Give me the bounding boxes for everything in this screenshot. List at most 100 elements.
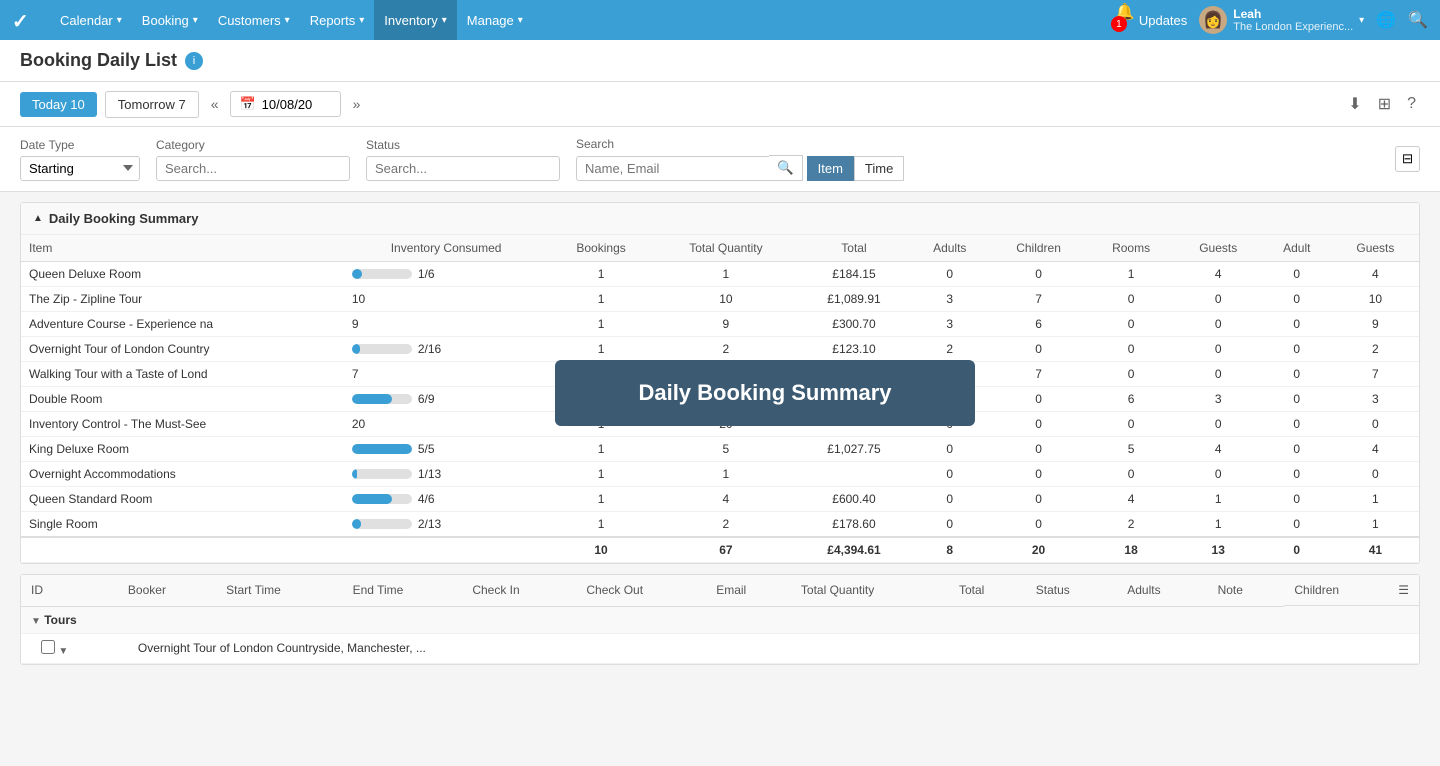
search-label: Search	[576, 137, 904, 151]
date-input[interactable]	[262, 97, 332, 112]
nav-bar: ✓ Calendar ▾ Booking ▾ Customers ▾ Repor…	[0, 0, 1440, 40]
summary-bookings: 1	[548, 362, 653, 387]
summary-bookings: 1	[548, 262, 653, 287]
summary-rooms: 0	[1088, 462, 1175, 487]
chevron-up-icon: ▲	[33, 213, 43, 224]
summary-rooms: 0	[1088, 337, 1175, 362]
row-checkbox[interactable]	[41, 640, 55, 654]
col-header-guests2: Guests	[1332, 235, 1419, 262]
chevron-down-icon[interactable]: ▼	[58, 646, 68, 657]
globe-icon[interactable]: 🌐	[1376, 10, 1396, 30]
summary-children: 6	[990, 312, 1088, 337]
user-org: The London Experienc...	[1233, 21, 1353, 33]
col-header-adult: Adult	[1262, 235, 1332, 262]
nav-item-manage[interactable]: Manage ▾	[457, 0, 533, 40]
search-submit-button[interactable]: 🔍	[769, 155, 803, 181]
summary-total_qty: 20	[654, 412, 798, 437]
col-booker: Booker	[118, 575, 216, 606]
date-type-filter: Date Type Starting Ending Created	[20, 138, 140, 181]
summary-adults: 0	[910, 437, 990, 462]
summary-total: £156.40	[798, 362, 910, 387]
nav-user-menu[interactable]: 👩 Leah The London Experienc... ▾	[1199, 6, 1364, 34]
today-button[interactable]: Today 10	[20, 92, 97, 117]
summary-total: £1,027.75	[798, 437, 910, 462]
status-label: Status	[366, 138, 560, 152]
avatar: 👩	[1199, 6, 1227, 34]
col-header-total: Total	[798, 235, 910, 262]
nav-label-inventory: Inventory	[384, 13, 437, 28]
tomorrow-button[interactable]: Tomorrow 7	[105, 91, 199, 118]
summary-section: ▲ Daily Booking Summary Item Inventory C…	[20, 202, 1420, 564]
date-type-select[interactable]: Starting Ending Created	[20, 156, 140, 181]
nav-updates-button[interactable]: 🔔 1 Updates	[1115, 2, 1187, 38]
summary-row: Overnight Accommodations1/1311000000	[21, 462, 1419, 487]
columns-button[interactable]: ⊞	[1374, 90, 1395, 118]
category-search-input[interactable]	[156, 156, 350, 181]
summary-total_qty: 2	[654, 337, 798, 362]
nav-label-reports: Reports	[310, 13, 356, 28]
user-name: Leah	[1233, 7, 1353, 21]
date-bar: Today 10 Tomorrow 7 « 📅 » ⬇ ⊞ ?	[0, 82, 1440, 127]
download-button[interactable]: ⬇	[1344, 90, 1365, 118]
summary-item-name: Adventure Course - Experience na	[21, 312, 344, 337]
nav-item-calendar[interactable]: Calendar ▾	[50, 0, 132, 40]
summary-totals-row: 10 67 £4,394.61 8 20 18 13 0 41	[21, 537, 1419, 563]
summary-total	[798, 462, 910, 487]
summary-rooms: 2	[1088, 512, 1175, 538]
col-end: End Time	[343, 575, 463, 606]
tab-item[interactable]: Item	[807, 156, 854, 181]
summary-total: £600.40	[798, 487, 910, 512]
col-header-item: Item	[21, 235, 344, 262]
category-filter: Category	[156, 138, 350, 181]
status-search-input[interactable]	[366, 156, 560, 181]
chevron-down-icon: ▾	[518, 15, 523, 26]
summary-adult: 0	[1262, 512, 1332, 538]
category-label: Category	[156, 138, 350, 152]
prev-date-button[interactable]: «	[207, 92, 223, 116]
summary-adult: 0	[1262, 262, 1332, 287]
summary-adult: 0	[1262, 487, 1332, 512]
info-icon[interactable]: i	[185, 52, 203, 70]
nav-item-reports[interactable]: Reports ▾	[300, 0, 375, 40]
summary-inventory: 1/6	[344, 262, 548, 287]
col-id: ID	[21, 575, 118, 606]
summary-children: 0	[990, 437, 1088, 462]
nav-item-booking[interactable]: Booking ▾	[132, 0, 208, 40]
nav-item-customers[interactable]: Customers ▾	[208, 0, 300, 40]
summary-inventory: 10	[344, 287, 548, 312]
updates-label: Updates	[1139, 13, 1187, 28]
summary-guests2: 1	[1332, 487, 1419, 512]
search-icon[interactable]: 🔍	[1408, 10, 1428, 30]
search-filter: Search 🔍 Item Time	[576, 137, 904, 181]
summary-total: £300.70	[798, 312, 910, 337]
help-button[interactable]: ?	[1403, 90, 1420, 118]
next-date-button[interactable]: »	[349, 92, 365, 116]
tab-time[interactable]: Time	[854, 156, 904, 181]
col-header-bookings: Bookings	[548, 235, 653, 262]
summary-rooms: 1	[1088, 262, 1175, 287]
summary-adults: 2	[910, 337, 990, 362]
nav-logo: ✓	[12, 9, 34, 31]
summary-header[interactable]: ▲ Daily Booking Summary	[21, 203, 1419, 235]
nav-item-inventory[interactable]: Inventory ▾	[374, 0, 457, 40]
summary-adult: 0	[1262, 412, 1332, 437]
summary-children: 0	[990, 487, 1088, 512]
col-checkout: Check Out	[576, 575, 706, 606]
row-checkbox-cell: ▼	[21, 633, 118, 663]
summary-adult: 0	[1262, 387, 1332, 412]
chevron-down-icon: ▾	[193, 15, 198, 26]
date-bar-actions: ⬇ ⊞ ?	[1344, 90, 1420, 118]
chevron-down-icon[interactable]: ▼	[31, 616, 41, 627]
nav-label-booking: Booking	[142, 13, 189, 28]
summary-item-name: Overnight Tour of London Country	[21, 337, 344, 362]
summary-row: Queen Deluxe Room1/611£184.15001404	[21, 262, 1419, 287]
col-header-inv: Inventory Consumed	[344, 235, 548, 262]
search-input-wrap: 🔍 Item Time	[576, 155, 904, 181]
summary-total: £1,089.91	[798, 287, 910, 312]
summary-adult: 0	[1262, 287, 1332, 312]
col-header-children: Children	[990, 235, 1088, 262]
column-toggle-button[interactable]: ⊟	[1395, 146, 1420, 172]
summary-children: 0	[990, 462, 1088, 487]
search-input[interactable]	[576, 156, 769, 181]
list-icon[interactable]: ☰	[1398, 583, 1409, 597]
